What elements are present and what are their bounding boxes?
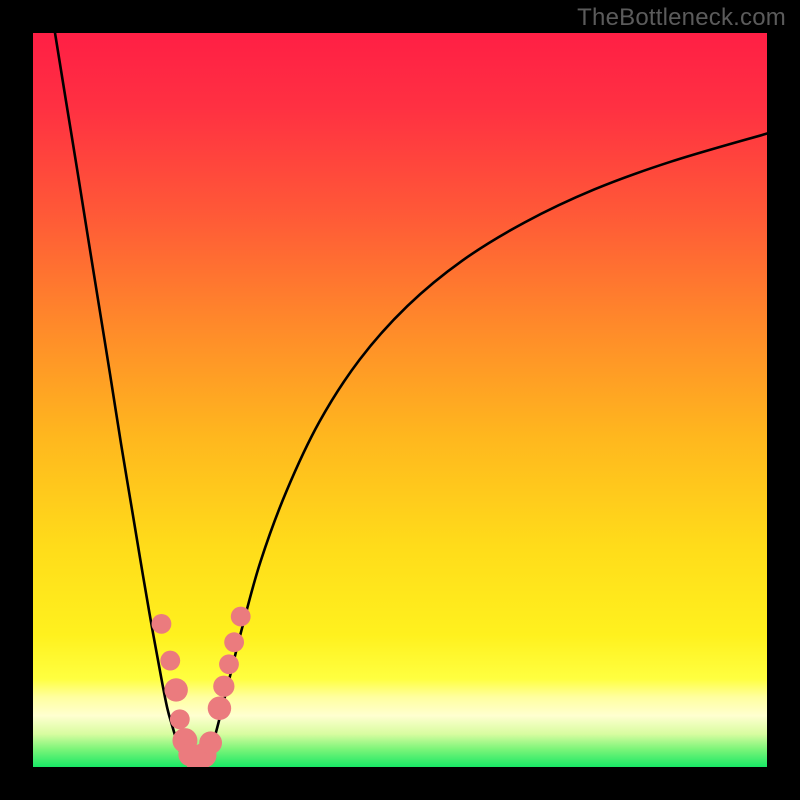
marker-group: [152, 607, 251, 767]
watermark-text: TheBottleneck.com: [577, 4, 786, 32]
data-marker: [199, 731, 222, 754]
curve-layer: [33, 33, 767, 767]
data-marker: [160, 651, 180, 671]
data-marker: [208, 697, 231, 720]
data-marker: [231, 607, 251, 627]
chart-frame: TheBottleneck.com: [0, 0, 800, 800]
data-marker: [170, 709, 190, 729]
data-marker: [224, 632, 244, 652]
bottleneck-curve: [55, 33, 767, 764]
data-marker: [219, 654, 239, 674]
data-marker: [152, 614, 172, 634]
data-marker: [164, 678, 187, 701]
data-marker: [213, 676, 234, 697]
plot-area: [33, 33, 767, 767]
